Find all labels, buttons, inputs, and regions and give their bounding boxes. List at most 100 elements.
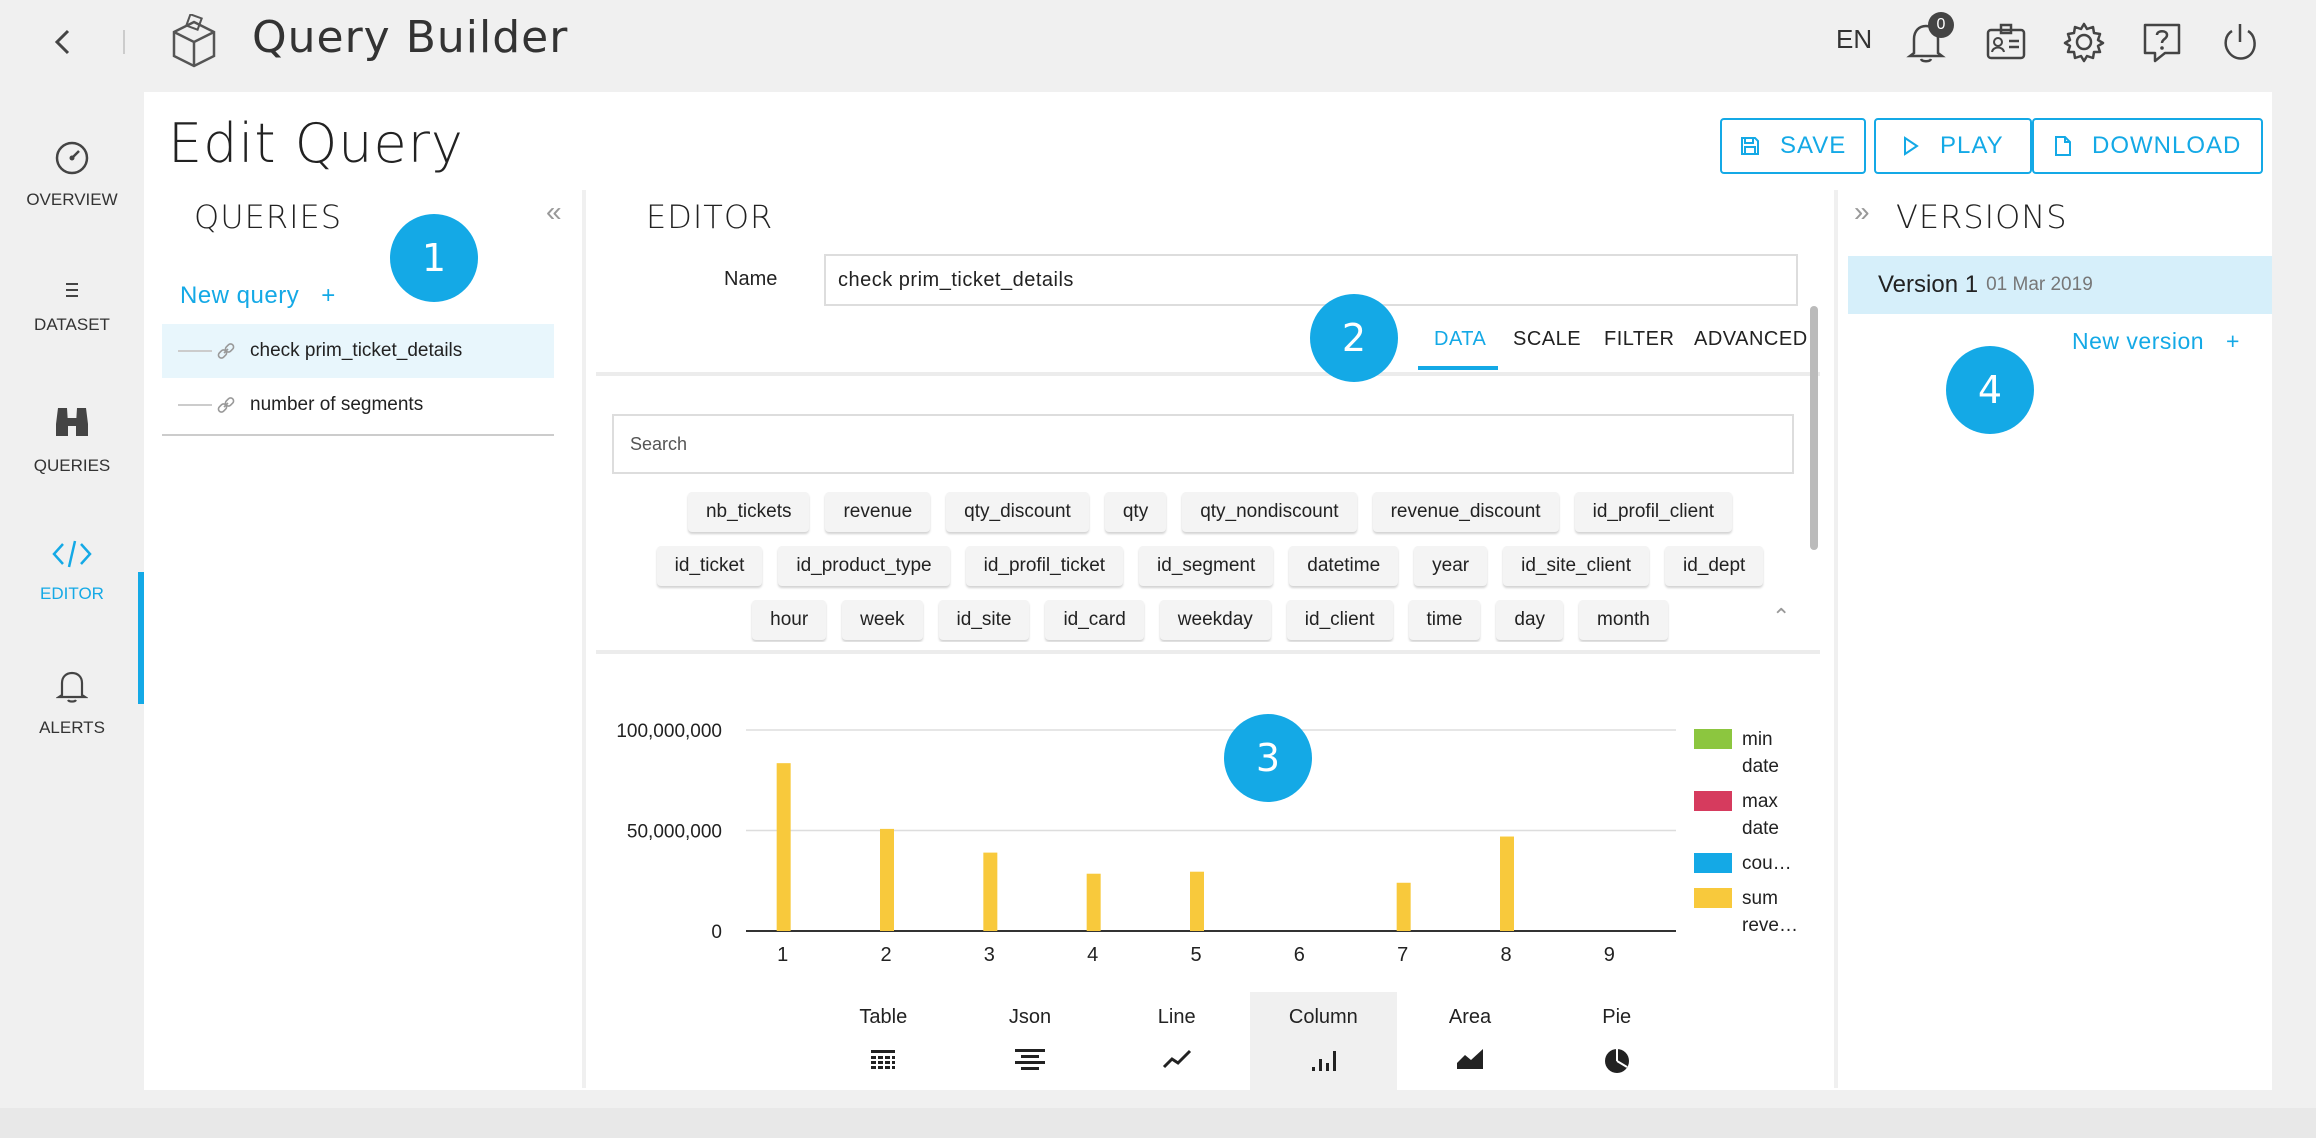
- expand-versions-button[interactable]: »: [1854, 196, 1870, 228]
- dimension-chip[interactable]: qty_nondiscount: [1182, 492, 1357, 532]
- dimension-chip[interactable]: time: [1408, 600, 1481, 640]
- id-card-icon: [1986, 23, 2026, 60]
- profile-card-button[interactable]: [1982, 18, 2030, 66]
- viz-tab-label: Column: [1288, 1006, 1358, 1028]
- sidebar-item-dataset[interactable]: DATASET: [0, 252, 144, 362]
- version-name: Version 1: [1878, 271, 1979, 298]
- notifications-button[interactable]: 0: [1902, 12, 1954, 66]
- settings-button[interactable]: [2060, 18, 2108, 66]
- dimension-chip[interactable]: nb_tickets: [687, 492, 810, 532]
- plus-icon: +: [321, 282, 336, 309]
- dimension-chip[interactable]: id_client: [1286, 600, 1393, 640]
- collapse-queries-button[interactable]: «: [546, 196, 562, 228]
- x-tick-label: 3: [984, 944, 995, 966]
- tab-filter[interactable]: FILTER: [1604, 328, 1674, 351]
- dimension-chip[interactable]: datetime: [1289, 546, 1399, 586]
- dimension-chip[interactable]: weekday: [1159, 600, 1271, 640]
- new-query-button[interactable]: New query +: [180, 282, 336, 310]
- help-button[interactable]: [2138, 18, 2186, 66]
- dimension-chip[interactable]: month: [1579, 600, 1668, 640]
- chart-bar: [880, 828, 894, 931]
- dimension-chip[interactable]: day: [1496, 600, 1564, 640]
- dimension-chip[interactable]: qty_discount: [946, 492, 1089, 532]
- new-version-button[interactable]: New version +: [2072, 328, 2240, 355]
- sidebar-item-overview[interactable]: OVERVIEW: [0, 120, 144, 230]
- dimension-chip[interactable]: year: [1414, 546, 1488, 586]
- legend-label: min date: [1742, 729, 1779, 777]
- dimension-chip[interactable]: week: [842, 600, 923, 640]
- top-bar: Query Builder EN 0: [0, 0, 2316, 86]
- column-chart: 100,000,000 50,000,000 0 1 2 3 4 5 6 7 8 9: [616, 721, 1676, 966]
- binoculars-icon: [56, 408, 88, 436]
- active-tab-indicator: [1418, 366, 1498, 370]
- dimension-chip[interactable]: hour: [752, 600, 827, 640]
- language-selector[interactable]: EN: [1836, 24, 1872, 55]
- collapse-chips-button[interactable]: ⌃: [1772, 604, 1790, 630]
- tab-advanced[interactable]: ADVANCED: [1694, 328, 1808, 351]
- legend-item[interactable]: max date: [1694, 788, 1814, 842]
- viz-tab-table[interactable]: Table: [810, 992, 957, 1090]
- plus-icon: +: [2226, 328, 2240, 354]
- dimension-chip[interactable]: id_segment: [1139, 546, 1274, 586]
- editor-scrollbar[interactable]: [1810, 306, 1818, 550]
- queries-panel-title: QUERIES: [194, 198, 343, 236]
- legend-item[interactable]: min date: [1694, 726, 1814, 780]
- gauge-icon: [55, 141, 89, 175]
- editor-divider: [596, 650, 1820, 654]
- queries-divider: [162, 434, 554, 436]
- sidebar-item-editor[interactable]: EDITOR: [0, 516, 144, 626]
- file-icon: [2055, 136, 2071, 156]
- legend-item[interactable]: sum reve…: [1694, 885, 1814, 939]
- dimension-chip[interactable]: id_ticket: [656, 546, 763, 586]
- query-name-input[interactable]: [824, 254, 1798, 306]
- dimension-chip[interactable]: id_site: [938, 600, 1030, 640]
- viz-tab-label: Table: [859, 1006, 908, 1028]
- new-version-label: New version: [2072, 328, 2205, 354]
- dimension-chip[interactable]: id_site_client: [1503, 546, 1649, 586]
- dimension-chip[interactable]: revenue_discount: [1372, 492, 1559, 532]
- dimension-chip[interactable]: id_dept: [1664, 546, 1764, 586]
- new-query-label: New query: [180, 282, 300, 309]
- viz-tab-area[interactable]: Area: [1397, 992, 1544, 1090]
- download-button-label: DOWNLOAD: [2092, 132, 2242, 159]
- query-item[interactable]: check prim_ticket_details: [162, 324, 554, 378]
- dimension-chip[interactable]: id_profil_ticket: [965, 546, 1124, 586]
- top-divider: [123, 30, 125, 54]
- viz-tab-json[interactable]: Json: [957, 992, 1104, 1090]
- link-icon: [217, 343, 235, 359]
- line-chart-icon: [1162, 1049, 1191, 1069]
- query-item[interactable]: number of segments: [162, 378, 554, 432]
- dimension-chip[interactable]: qty: [1104, 492, 1167, 532]
- column-chart-icon: [1312, 1051, 1337, 1071]
- chip-row: id_ticket id_product_type id_profil_ticket…: [640, 546, 1780, 586]
- legend-item[interactable]: cou…: [1694, 850, 1814, 877]
- dimension-chip[interactable]: id_product_type: [778, 546, 950, 586]
- dimension-chip[interactable]: id_card: [1045, 600, 1144, 640]
- play-button[interactable]: PLAY: [1874, 118, 2032, 174]
- tab-data[interactable]: DATA: [1434, 328, 1486, 351]
- back-button[interactable]: [42, 22, 82, 62]
- chip-row: hour week id_site id_card weekday id_client ti…: [640, 600, 1780, 640]
- save-button[interactable]: SAVE: [1720, 118, 1867, 174]
- download-button[interactable]: DOWNLOAD: [2032, 118, 2264, 174]
- legend-label: max date: [1742, 791, 1779, 839]
- viz-tab-column[interactable]: Column: [1250, 992, 1397, 1090]
- save-button-label: SAVE: [1780, 132, 1847, 159]
- viz-tab-line[interactable]: Line: [1103, 992, 1250, 1090]
- area-chart-icon: [1457, 1049, 1484, 1069]
- viz-tab-label: Line: [1157, 1006, 1196, 1028]
- gear-icon: [2063, 22, 2105, 63]
- dimension-chip[interactable]: id_profil_client: [1574, 492, 1733, 532]
- sidebar-item-queries[interactable]: QUERIES: [0, 384, 144, 494]
- x-tick-label: 9: [1604, 944, 1615, 966]
- dimension-search-input[interactable]: [612, 414, 1794, 474]
- tab-scale[interactable]: SCALE: [1513, 328, 1581, 351]
- notification-count-badge: 0: [1928, 12, 1954, 38]
- sidebar-item-alerts[interactable]: ALERTS: [0, 648, 144, 758]
- version-item[interactable]: Version 1 01 Mar 2019: [1848, 256, 2272, 314]
- editor-panel-title: EDITOR: [646, 198, 774, 236]
- logout-button[interactable]: [2216, 18, 2264, 66]
- x-tick-label: 6: [1294, 944, 1305, 966]
- viz-tab-pie[interactable]: Pie: [1543, 992, 1690, 1090]
- dimension-chip[interactable]: revenue: [825, 492, 931, 532]
